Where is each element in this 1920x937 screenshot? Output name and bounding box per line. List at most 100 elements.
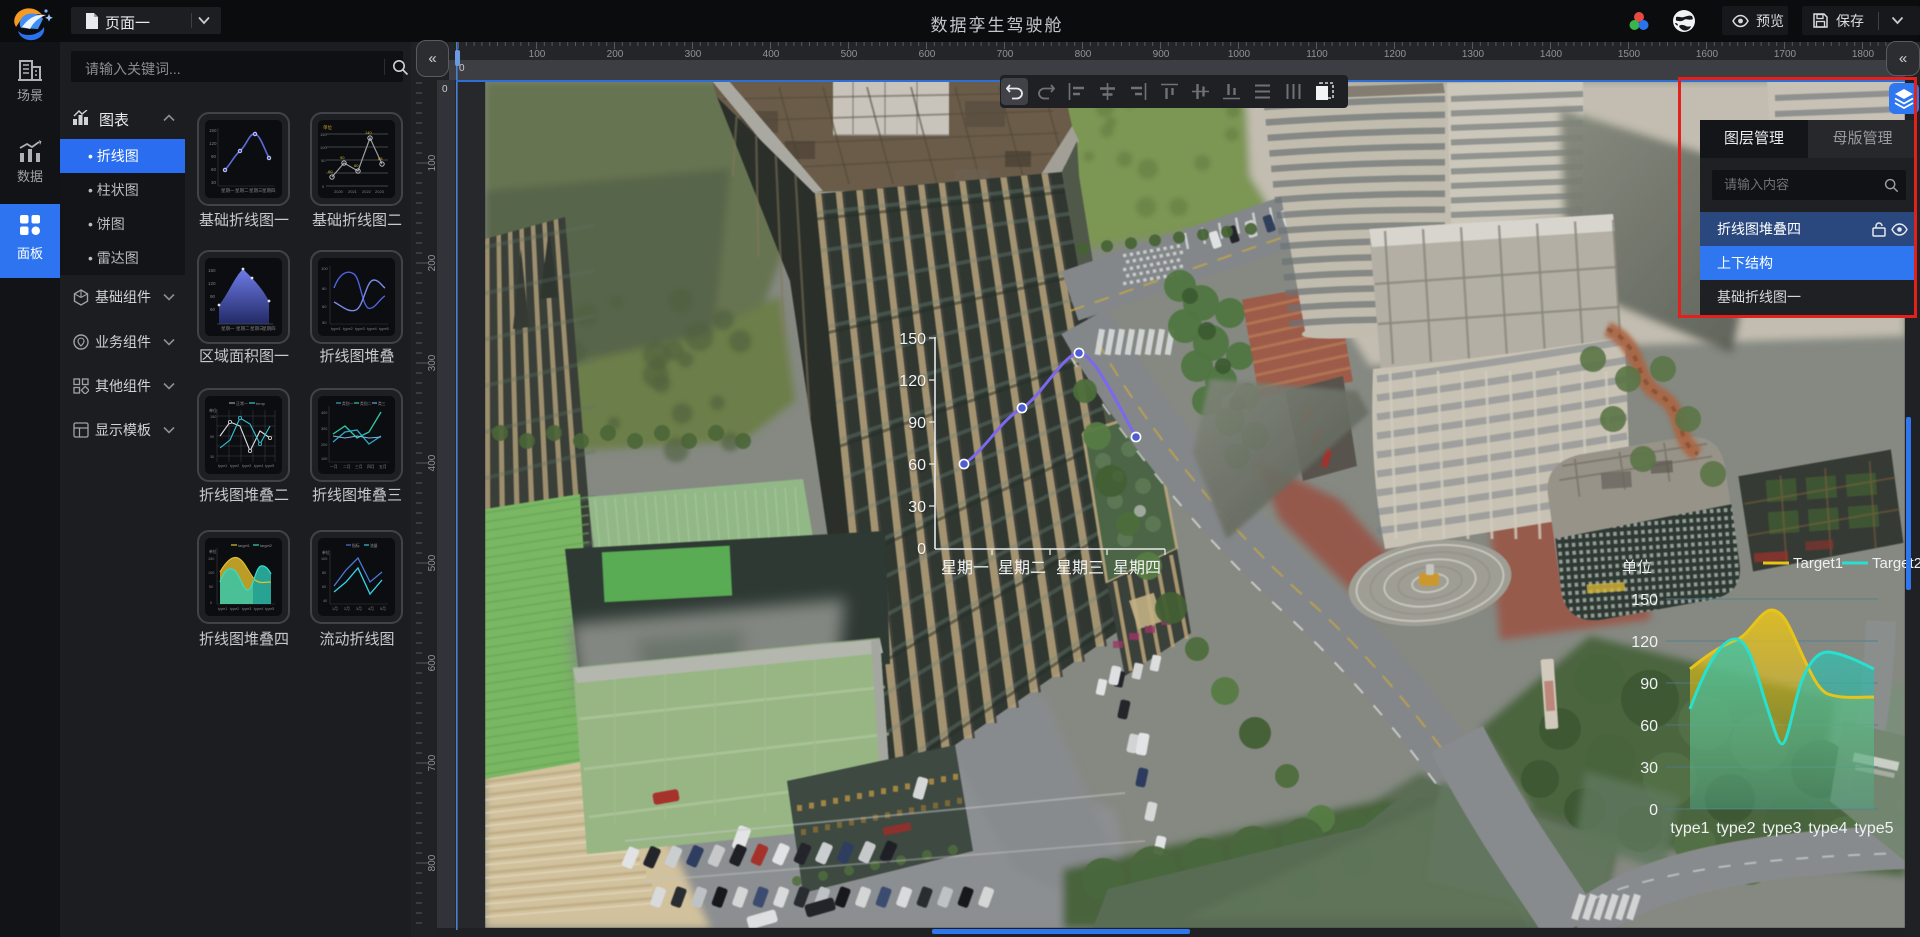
svg-text:星期二: 星期二 (236, 326, 250, 332)
svg-text:2020: 2020 (334, 189, 344, 194)
svg-text:900: 900 (1153, 49, 1170, 60)
svg-text:单位: 单位 (209, 407, 217, 413)
svg-text:1800: 1800 (1852, 49, 1875, 60)
svg-text:30: 30 (210, 455, 214, 459)
svg-text:1100: 1100 (1306, 49, 1328, 60)
svg-text:type3: type3 (1762, 820, 1801, 837)
svg-text:type2: type2 (230, 607, 239, 611)
svg-text:120: 120 (1631, 634, 1658, 651)
svg-text:type3: type3 (355, 326, 366, 331)
svg-text:星期四: 星期四 (262, 326, 276, 332)
svg-text:120: 120 (208, 281, 216, 286)
svg-text:80: 80 (322, 286, 327, 291)
svg-text:temp: temp (256, 401, 266, 406)
svg-text:4月: 4月 (368, 606, 374, 611)
svg-text:60: 60 (908, 457, 926, 474)
svg-text:三月: 三月 (355, 464, 363, 469)
svg-text:星期一: 星期一 (221, 326, 235, 332)
svg-text:星期三: 星期三 (1056, 559, 1104, 577)
svg-text:Target2: Target2 (1872, 555, 1920, 572)
svg-text:2021: 2021 (348, 189, 358, 194)
svg-text:类三: 类三 (378, 401, 386, 406)
svg-text:type4: type4 (1808, 820, 1847, 837)
svg-text:0: 0 (322, 184, 325, 189)
svg-text:type2: type2 (230, 464, 239, 468)
svg-text:80: 80 (354, 163, 359, 168)
svg-text:30: 30 (1640, 760, 1658, 777)
svg-text:0: 0 (210, 601, 212, 605)
svg-text:200: 200 (607, 49, 624, 60)
svg-text:1600: 1600 (1696, 49, 1719, 60)
svg-text:400: 400 (763, 49, 780, 60)
svg-text:1500: 1500 (1618, 49, 1641, 60)
svg-text:type1: type1 (218, 607, 227, 611)
svg-text:30: 30 (908, 499, 926, 516)
svg-text:单位: 单位 (322, 550, 330, 555)
svg-text:400: 400 (321, 411, 327, 415)
svg-text:150: 150 (210, 415, 216, 419)
svg-text:3月: 3月 (356, 606, 362, 611)
svg-text:type3: type3 (242, 607, 251, 611)
svg-text:2023: 2023 (375, 189, 385, 194)
svg-text:800: 800 (1075, 49, 1092, 60)
svg-text:500: 500 (841, 49, 858, 60)
svg-text:单位: 单位 (323, 124, 332, 131)
svg-text:target2: target2 (260, 544, 272, 548)
svg-text:140: 140 (365, 130, 372, 135)
svg-text:指标: 指标 (352, 543, 360, 548)
svg-text:星期四: 星期四 (1113, 559, 1161, 577)
svg-text:700: 700 (997, 49, 1014, 60)
svg-text:五月: 五月 (379, 464, 387, 469)
svg-text:90: 90 (340, 155, 345, 160)
svg-text:150: 150 (899, 331, 926, 348)
svg-text:50: 50 (209, 585, 213, 589)
svg-text:1300: 1300 (1462, 49, 1485, 60)
svg-text:100: 100 (529, 49, 546, 60)
svg-text:单位: 单位 (1622, 559, 1652, 576)
svg-text:0: 0 (1649, 802, 1658, 819)
svg-text:50: 50 (321, 158, 326, 163)
svg-text:300: 300 (685, 49, 702, 60)
svg-text:四月: 四月 (367, 464, 375, 469)
svg-text:1000: 1000 (1228, 49, 1251, 60)
svg-text:90: 90 (211, 154, 217, 159)
svg-text:30: 30 (211, 180, 217, 185)
svg-text:200: 200 (321, 443, 327, 447)
svg-text:50: 50 (322, 320, 327, 325)
svg-text:150: 150 (320, 132, 327, 137)
svg-text:120: 120 (209, 141, 217, 146)
svg-text:85: 85 (378, 156, 383, 161)
svg-text:星期一: 星期一 (221, 188, 235, 194)
svg-text:type4: type4 (254, 464, 263, 468)
svg-text:90: 90 (908, 415, 926, 432)
svg-text:100: 100 (321, 457, 327, 461)
svg-text:60: 60 (210, 307, 216, 312)
svg-text:type5: type5 (379, 326, 390, 331)
svg-text:2022: 2022 (362, 189, 372, 194)
svg-text:100: 100 (321, 266, 328, 271)
svg-text:星期四: 星期四 (262, 188, 276, 194)
svg-text:type4: type4 (254, 607, 263, 611)
svg-text:一月: 一月 (330, 464, 338, 469)
svg-text:5月: 5月 (380, 606, 386, 611)
svg-text:类别一: 类别一 (342, 401, 354, 406)
svg-text:0: 0 (917, 541, 926, 558)
svg-text:type2: type2 (1716, 820, 1755, 837)
svg-text:2月: 2月 (344, 606, 350, 611)
svg-text:星期二: 星期二 (998, 559, 1046, 577)
svg-text:Target1: Target1 (1793, 555, 1843, 572)
svg-text:40: 40 (323, 599, 327, 603)
svg-text:target1: target1 (238, 544, 250, 548)
svg-text:单位: 单位 (209, 549, 217, 554)
svg-text:type5: type5 (265, 607, 274, 611)
svg-text:type5: type5 (1854, 820, 1893, 837)
svg-text:正常一: 正常一 (236, 400, 248, 406)
svg-text:60: 60 (211, 167, 217, 172)
svg-text:90: 90 (210, 435, 214, 439)
svg-text:type1: type1 (331, 326, 342, 331)
svg-text:type1: type1 (1670, 820, 1709, 837)
svg-text:类别二: 类别二 (360, 401, 372, 406)
svg-text:150: 150 (208, 557, 214, 561)
svg-text:流量: 流量 (370, 543, 378, 548)
svg-text:60: 60 (1640, 718, 1658, 735)
